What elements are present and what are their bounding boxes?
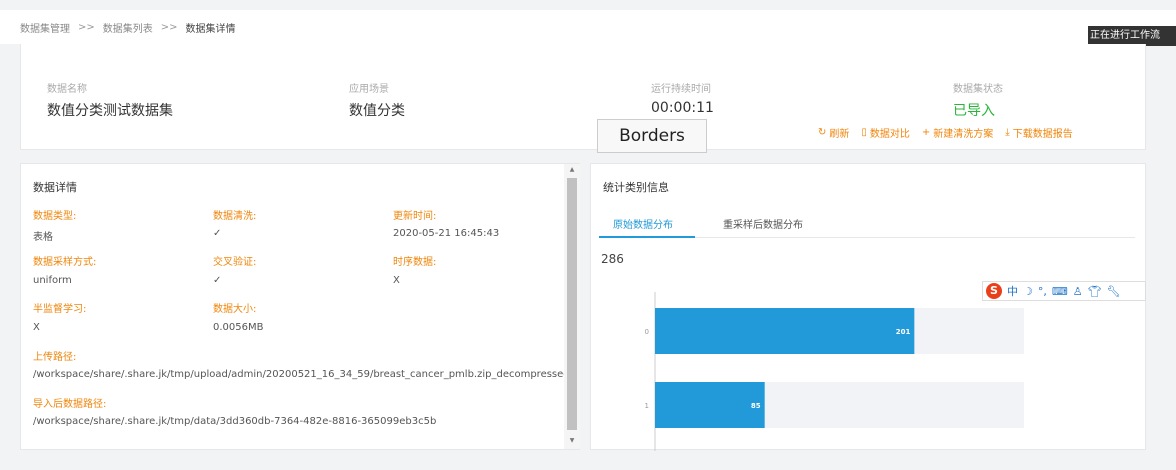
refresh-button[interactable]: ↻ 刷新: [818, 125, 849, 140]
running-workflow-badge[interactable]: 正在进行工作流: [1088, 26, 1176, 46]
details-panel: 数据详情 数据类型: 表格 数据清洗: ✓ 更新时间: 2020-05-21 1…: [20, 163, 580, 450]
breadcrumb-separator: >>: [160, 21, 178, 33]
download-report-button[interactable]: ⤓ 下载数据报告: [1005, 125, 1072, 140]
ime-mode-chinese[interactable]: 中: [1007, 283, 1018, 299]
import-path-label: 导入后数据路径:: [33, 399, 107, 410]
breadcrumb-item-dataset-list[interactable]: 数据集列表: [103, 20, 153, 35]
details-title: 数据详情: [33, 181, 77, 194]
update-time-value: 2020-05-21 16:45:43: [393, 228, 500, 239]
update-time-label: 更新时间:: [393, 211, 437, 222]
vertical-scrollbar[interactable]: ▲ ▼: [564, 164, 580, 449]
data-type-value: 表格: [33, 232, 53, 243]
breadcrumb-item-dataset-management[interactable]: 数据集管理: [20, 20, 70, 35]
upload-path-value: /workspace/share/.share.jk/tmp/upload/ad…: [33, 369, 570, 380]
chart-data-label: 201: [896, 328, 911, 336]
action-bar: ↻ 刷新 ▯ 数据对比 + 新建清洗方案 ⤓ 下载数据报告: [818, 125, 1073, 140]
timeseries-value: X: [393, 275, 400, 286]
status-block: 数据集状态 已导入: [953, 80, 1003, 120]
sogou-logo-icon: S: [986, 283, 1002, 299]
size-label: 数据大小:: [213, 304, 257, 315]
plus-icon: +: [921, 127, 931, 138]
punctuation-icon[interactable]: °,: [1038, 285, 1047, 298]
chart-tick-label: 0: [645, 328, 649, 336]
new-plan-button[interactable]: + 新建清洗方案: [922, 125, 993, 140]
dataset-name-block: 数据名称 数值分类测试数据集: [47, 80, 173, 120]
chart-data-label: 85: [751, 402, 761, 410]
semisup-label: 半监督学习:: [33, 304, 87, 315]
compare-button[interactable]: ▯ 数据对比: [861, 125, 910, 140]
dataset-name-label: 数据名称: [47, 84, 87, 95]
sampling-label: 数据采样方式:: [33, 257, 97, 268]
breadcrumb-item-dataset-detail: 数据集详情: [185, 23, 236, 35]
refresh-icon: ↻: [818, 127, 827, 138]
import-path-value: /workspace/share/.share.jk/tmp/data/3dd3…: [33, 416, 437, 427]
wrench-icon[interactable]: 🔧︎: [1107, 285, 1121, 298]
breadcrumb: 数据集管理 >> 数据集列表 >> 数据集详情: [0, 10, 1176, 44]
semisup-value: X: [33, 322, 40, 333]
crossval-label: 交叉验证:: [213, 257, 257, 268]
moon-icon[interactable]: ☽: [1023, 285, 1033, 298]
class-distribution-chart: 201 0 85 1: [645, 292, 1024, 451]
sampling-value: uniform: [33, 275, 72, 286]
user-icon[interactable]: ♙: [1073, 285, 1083, 298]
ime-toolbar[interactable]: S 中 ☽ °, ⌨ ♙ 👕︎ 🔧︎: [982, 281, 1146, 301]
stats-panel: 统计类别信息 原始数据分布 重采样后数据分布 286 201 0 85 1: [590, 163, 1146, 451]
cleaning-value: ✓: [213, 228, 222, 239]
compare-label: 数据对比: [869, 129, 910, 140]
duration-block: 运行持续时间 00:00:11: [651, 80, 714, 116]
scene-label: 应用场景: [349, 84, 389, 95]
size-value: 0.0056MB: [213, 322, 264, 333]
duration-label: 运行持续时间: [651, 84, 711, 95]
shirt-icon[interactable]: 👕︎: [1088, 285, 1102, 298]
upload-path-label: 上传路径:: [33, 352, 77, 363]
download-icon: ⤓: [1005, 127, 1010, 138]
refresh-label: 刷新: [829, 129, 850, 140]
status-value: 已导入: [953, 103, 995, 119]
download-label: 下载数据报告: [1012, 129, 1073, 140]
scroll-up-arrow-icon[interactable]: ▲: [564, 166, 580, 173]
scene-value: 数值分类: [349, 103, 405, 119]
duration-value: 00:00:11: [651, 100, 714, 116]
keyboard-icon[interactable]: ⌨: [1052, 285, 1068, 298]
timeseries-label: 时序数据:: [393, 257, 437, 268]
breadcrumb-separator: >>: [78, 21, 95, 33]
scroll-down-arrow-icon[interactable]: ▼: [564, 437, 580, 444]
chart-bar: [655, 308, 915, 354]
chart-bar: [655, 382, 765, 428]
chart-tick-label: 1: [645, 402, 649, 410]
tooltip: Borders: [597, 119, 707, 153]
scrollbar-thumb[interactable]: [567, 178, 577, 430]
data-type-label: 数据类型:: [33, 211, 77, 222]
status-label: 数据集状态: [953, 84, 1003, 95]
new-plan-label: 新建清洗方案: [933, 129, 994, 140]
crossval-value: ✓: [213, 275, 222, 286]
scene-block: 应用场景 数值分类: [349, 80, 405, 120]
cleaning-label: 数据清洗:: [213, 211, 257, 222]
dataset-name-value: 数值分类测试数据集: [47, 103, 173, 119]
document-icon: ▯: [861, 127, 867, 138]
